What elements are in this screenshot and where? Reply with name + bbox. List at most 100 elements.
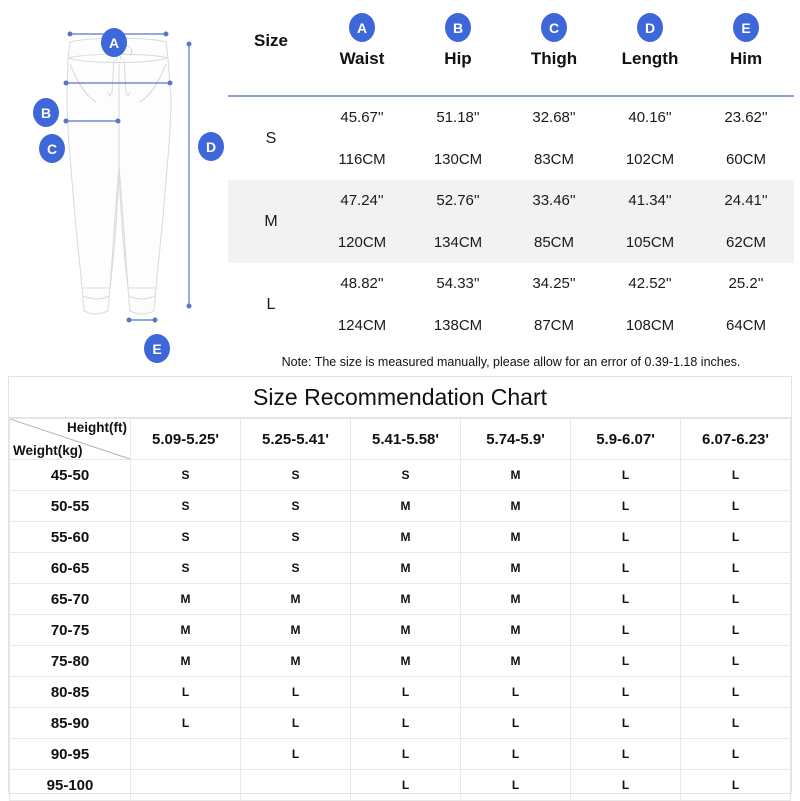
cell-value: 62CM [725, 233, 766, 251]
header-length: D Length [602, 0, 698, 92]
size-cell: L [240, 738, 351, 770]
cell-value: 108CM [625, 316, 675, 334]
reco-col-header: 6.07-6.23' [680, 418, 791, 460]
weight-range: 90-95 [9, 738, 131, 770]
size-cell: S [240, 490, 351, 522]
size-recommendation-chart: Size Recommendation Chart Height(ft) Wei… [8, 376, 792, 801]
size-cell: L [680, 707, 791, 739]
size-cell: L [570, 490, 681, 522]
table-row: 85-90 L L L L L L [9, 707, 791, 739]
size-table-body: S 45.67'' 51.18'' 32.68'' 40.16'' 23.62'… [228, 96, 794, 370]
size-cell: M [460, 645, 571, 677]
size-cell: M [460, 583, 571, 615]
size-cell: M [350, 552, 461, 584]
size-cell: L [680, 614, 791, 646]
top-section: A B C D E Size A Waist B Hip C Thigh D L… [0, 0, 800, 375]
reco-header-row: Height(ft) Weight(kg) 5.09-5.25' 5.25-5.… [9, 418, 791, 460]
cell-value: 51.18'' [436, 109, 480, 126]
cell-value: 47.24'' [340, 192, 384, 209]
size-cell: L [680, 738, 791, 770]
cell-value: 64CM [725, 316, 766, 334]
row-size-m: M [264, 212, 278, 230]
table-row: L 48.82'' 54.33'' 34.25'' 42.52'' 25.2'' [228, 263, 794, 313]
reco-col-header: 5.9-6.07' [570, 418, 681, 460]
weight-axis-label: Weight(kg) [13, 443, 83, 458]
weight-range: 45-50 [9, 459, 131, 491]
diagram-marker-c: C [39, 134, 65, 163]
weight-range: 65-70 [9, 583, 131, 615]
table-row: 90-95 L L L L L [9, 738, 791, 770]
size-cell: L [240, 676, 351, 708]
axis-corner-cell: Height(ft) Weight(kg) [9, 418, 131, 460]
size-cell: S [130, 521, 241, 553]
size-cell [240, 769, 351, 801]
weight-range: 55-60 [9, 521, 131, 553]
size-cell: M [460, 614, 571, 646]
size-cell: M [460, 552, 571, 584]
size-cell: L [680, 490, 791, 522]
reco-col-header: 5.41-5.58' [350, 418, 461, 460]
cell-value: 48.82'' [340, 275, 384, 292]
cell-value: 41.34'' [628, 192, 672, 209]
header-size: Size [253, 31, 289, 50]
cell-value: 34.25'' [532, 275, 576, 292]
size-cell: L [680, 676, 791, 708]
weight-range: 85-90 [9, 707, 131, 739]
size-cell: M [240, 583, 351, 615]
cell-value: 40.16'' [628, 109, 672, 126]
size-cell: M [350, 645, 461, 677]
header-hip: B Hip [410, 0, 506, 92]
table-row: 50-55 S S M M L L [9, 490, 791, 522]
size-table-grid: Size A Waist B Hip C Thigh D Length E Hi… [228, 0, 794, 370]
size-cell: L [570, 521, 681, 553]
cell-value: 33.46'' [532, 192, 576, 209]
row-size-s: S [265, 129, 277, 147]
weight-range: 75-80 [9, 645, 131, 677]
size-cell: M [350, 490, 461, 522]
cell-value: 83CM [533, 150, 574, 168]
size-cell: L [460, 676, 571, 708]
cell-value: 52.76'' [436, 192, 480, 209]
size-cell: S [240, 552, 351, 584]
header-waist-label: Waist [339, 49, 385, 68]
size-cell: L [460, 738, 571, 770]
size-cell: L [570, 583, 681, 615]
size-cell: L [460, 769, 571, 801]
cell-value: 105CM [625, 233, 675, 251]
size-cell: S [130, 552, 241, 584]
size-cell: L [350, 738, 461, 770]
cell-value: 130CM [433, 150, 483, 168]
badge-e-icon: E [733, 13, 759, 42]
header-him: E Him [698, 0, 794, 92]
diagram-marker-d: D [198, 132, 224, 161]
cell-value: 124CM [337, 316, 387, 334]
cell-value: 45.67'' [340, 109, 384, 126]
size-cell: L [240, 707, 351, 739]
size-cell: M [130, 645, 241, 677]
size-cell: L [680, 583, 791, 615]
cell-value: 138CM [433, 316, 483, 334]
table-row: 45-50 S S S M L L [9, 459, 791, 491]
size-cell: L [460, 707, 571, 739]
size-cell: L [350, 707, 461, 739]
size-cell: M [460, 459, 571, 491]
size-cell: M [350, 521, 461, 553]
table-row: 60-65 S S M M L L [9, 552, 791, 584]
reco-chart-grid: Height(ft) Weight(kg) 5.09-5.25' 5.25-5.… [9, 418, 791, 801]
table-row: 70-75 M M M M L L [9, 614, 791, 646]
row-size-l: L [266, 295, 276, 313]
cell-value: 87CM [533, 316, 574, 334]
header-thigh-label: Thigh [530, 49, 578, 68]
measurement-note-row: Note: The size is measured manually, ple… [228, 346, 794, 370]
cell-value: 23.62'' [724, 109, 768, 126]
table-row: M 47.24'' 52.76'' 33.46'' 41.34'' 24.41'… [228, 180, 794, 230]
table-row: 75-80 M M M M L L [9, 645, 791, 677]
badge-a-icon: A [349, 13, 375, 42]
size-cell: L [570, 614, 681, 646]
size-cell: M [130, 583, 241, 615]
table-row: 80-85 L L L L L L [9, 676, 791, 708]
reco-chart-title: Size Recommendation Chart [9, 377, 791, 418]
badge-d-icon: D [637, 13, 663, 42]
size-cell: S [240, 521, 351, 553]
cell-value: 120CM [337, 233, 387, 251]
